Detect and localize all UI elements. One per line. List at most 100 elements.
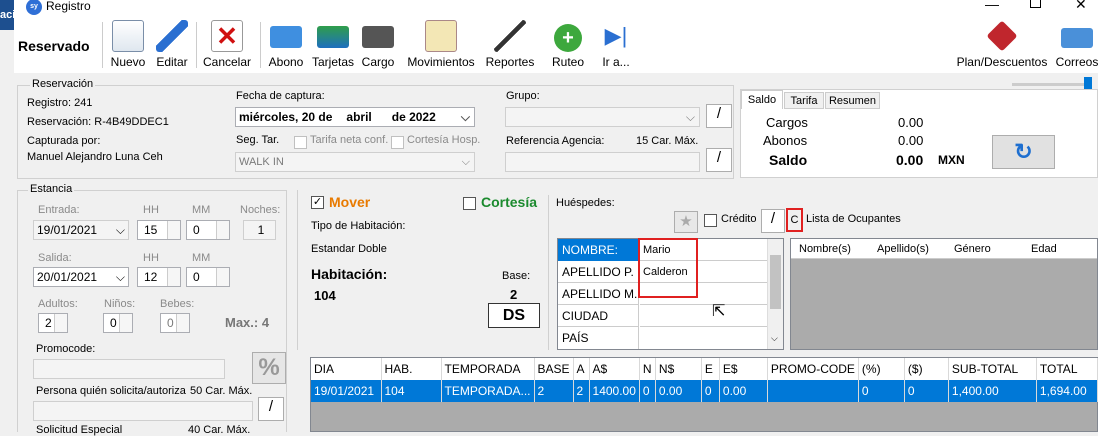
ninos-spinner[interactable]: 0	[103, 313, 133, 333]
abonos-value: 0.00	[898, 133, 924, 148]
table-row[interactable]: 19/01/2021 104 TEMPORADA... 2 2 1400.00 …	[311, 380, 1098, 402]
ir-a-button[interactable]: ▶| Ir a...	[598, 20, 634, 69]
tarifa-neta-checkbox[interactable]	[294, 136, 307, 149]
plan-descuentos-button[interactable]: Plan/Descuentos	[954, 20, 1050, 69]
close-icon[interactable]: ✕	[1075, 0, 1087, 13]
table-cell[interactable]: 0.00	[719, 380, 768, 402]
col-header: PROMO-CODE	[767, 358, 859, 380]
salida-date[interactable]: 20/01/2021 ⌵	[33, 267, 129, 287]
table-cell[interactable]: TEMPORADA...	[441, 380, 535, 402]
divider	[297, 190, 298, 350]
ocupantes-grid: Nombre(s) Apellido(s) Género Edad	[790, 238, 1098, 350]
cortesia-checkbox[interactable]	[463, 197, 476, 210]
field-key: NOMBRE:	[558, 239, 639, 261]
toolbar: Reservado Nuevo Editar ✕ Cancelar Abono T…	[14, 16, 1098, 73]
bebes-spinner[interactable]: 0	[160, 313, 190, 333]
persona-input[interactable]	[33, 401, 253, 421]
abono-button[interactable]: Abono	[266, 20, 306, 69]
grupo-edit-button[interactable]: /	[706, 104, 732, 128]
table-cell[interactable]: 1400.00	[589, 380, 640, 402]
fecha-captura-picker[interactable]: miércoles, 20 de abril de 2022 ⌵	[235, 107, 475, 127]
maximize-icon[interactable]	[1030, 0, 1041, 8]
table-cell[interactable]	[767, 380, 859, 402]
document-new-icon	[112, 20, 144, 52]
envelope-icon	[1061, 28, 1093, 48]
table-cell[interactable]: 1,400.00	[948, 380, 1037, 402]
tab-tarifa[interactable]: Tarifa	[784, 92, 824, 109]
table-cell[interactable]: 2	[573, 380, 590, 402]
col-header: Apellido(s)	[877, 243, 929, 255]
mm-label: MM	[192, 252, 211, 264]
chevron-down-icon: ⌵	[115, 223, 125, 237]
col-header: BASE	[534, 358, 574, 380]
nuevo-button[interactable]: Nuevo	[110, 20, 146, 69]
credit-cards-icon	[317, 26, 349, 48]
movimientos-button[interactable]: Movimientos	[404, 20, 478, 69]
credito-checkbox[interactable]	[704, 214, 717, 227]
ruteo-button[interactable]: + Ruteo	[548, 24, 588, 69]
cortesia-hosp-checkbox[interactable]	[391, 136, 404, 149]
cargo-button[interactable]: Cargo	[360, 20, 396, 69]
adultos-spinner[interactable]: 2	[38, 313, 68, 333]
correos-button[interactable]: Correos	[1054, 20, 1098, 69]
solicitud-max: 40 Car. Máx.	[188, 424, 251, 436]
ref-agencia-input[interactable]	[505, 152, 700, 172]
c-button[interactable]: C	[786, 208, 803, 232]
table-cell[interactable]: 0	[858, 380, 905, 402]
tarifas-grid: DIA HAB. TEMPORADA BASE A A$ N N$ E E$ P…	[310, 357, 1098, 432]
table-cell[interactable]: 104	[381, 380, 442, 402]
entrada-mm-spinner[interactable]: 0	[186, 220, 230, 240]
tab-resumen[interactable]: Resumen	[825, 92, 880, 109]
percent-button[interactable]: %	[252, 352, 286, 384]
ledger-icon	[425, 20, 457, 52]
zoom-slider[interactable]	[1012, 83, 1092, 86]
reportes-button[interactable]: Reportes	[484, 20, 536, 69]
entrada-date[interactable]: 19/01/2021 ⌵	[33, 220, 129, 240]
tab-saldo[interactable]: Saldo	[741, 90, 783, 109]
tarjetas-button[interactable]: Tarjetas	[312, 20, 354, 69]
skip-next-icon: ▶|	[604, 23, 628, 48]
ds-button[interactable]: DS	[488, 303, 540, 328]
refresh-button[interactable]: ↻	[992, 135, 1055, 169]
table-cell[interactable]: 0.00	[655, 380, 702, 402]
base-label: Base:	[502, 270, 531, 282]
mover-checkbox[interactable]: ✓	[311, 196, 324, 209]
minimize-icon[interactable]: —	[985, 0, 999, 12]
entrada-hh-spinner[interactable]: 15	[137, 220, 181, 240]
reservacion-legend: Reservación	[30, 78, 96, 90]
table-cell[interactable]: 1,694.00	[1036, 380, 1098, 402]
scrollbar-thumb[interactable]	[770, 255, 781, 309]
tarifa-neta-label: Tarifa neta conf.	[310, 134, 389, 146]
huespedes-edit-button[interactable]: /	[761, 209, 785, 233]
col-header: N	[639, 358, 656, 380]
col-header: E	[701, 358, 720, 380]
pais-field[interactable]	[640, 327, 767, 349]
highlight-box	[638, 238, 698, 298]
editar-button[interactable]: Editar	[154, 20, 190, 69]
salida-hh-spinner[interactable]: 12	[137, 267, 181, 287]
refresh-icon: ↻	[1014, 139, 1033, 164]
card-icon	[270, 26, 302, 48]
table-cell[interactable]: 0	[904, 380, 949, 402]
col-header: HAB.	[381, 358, 442, 380]
table-cell[interactable]: 19/01/2021	[311, 380, 382, 402]
ref-agencia-label: Referencia Agencia:	[506, 135, 605, 147]
registro-label: Registro: 241	[27, 97, 93, 109]
chevron-down-icon[interactable]: ⌵	[771, 333, 778, 344]
persona-edit-button[interactable]: /	[258, 397, 284, 421]
salida-mm-spinner[interactable]: 0	[186, 267, 230, 287]
star-button[interactable]: ★	[674, 211, 698, 233]
grupo-select[interactable]: ⌵	[505, 107, 700, 127]
origen-select[interactable]: WALK IN ⌵	[235, 152, 475, 172]
cancelar-button[interactable]: ✕ Cancelar	[202, 20, 252, 69]
noches-value: 1	[243, 220, 276, 240]
table-cell[interactable]: 0	[701, 380, 720, 402]
promocode-input[interactable]	[33, 359, 225, 379]
window-title: Registro	[46, 0, 91, 13]
ciudad-field[interactable]	[640, 305, 767, 327]
table-cell[interactable]: 2	[534, 380, 574, 402]
table-cell[interactable]: 0	[639, 380, 656, 402]
scrollbar[interactable]: ⌵	[767, 239, 783, 349]
ref-agencia-edit-button[interactable]: /	[706, 148, 732, 172]
cortesia-label: Cortesía	[481, 194, 538, 210]
